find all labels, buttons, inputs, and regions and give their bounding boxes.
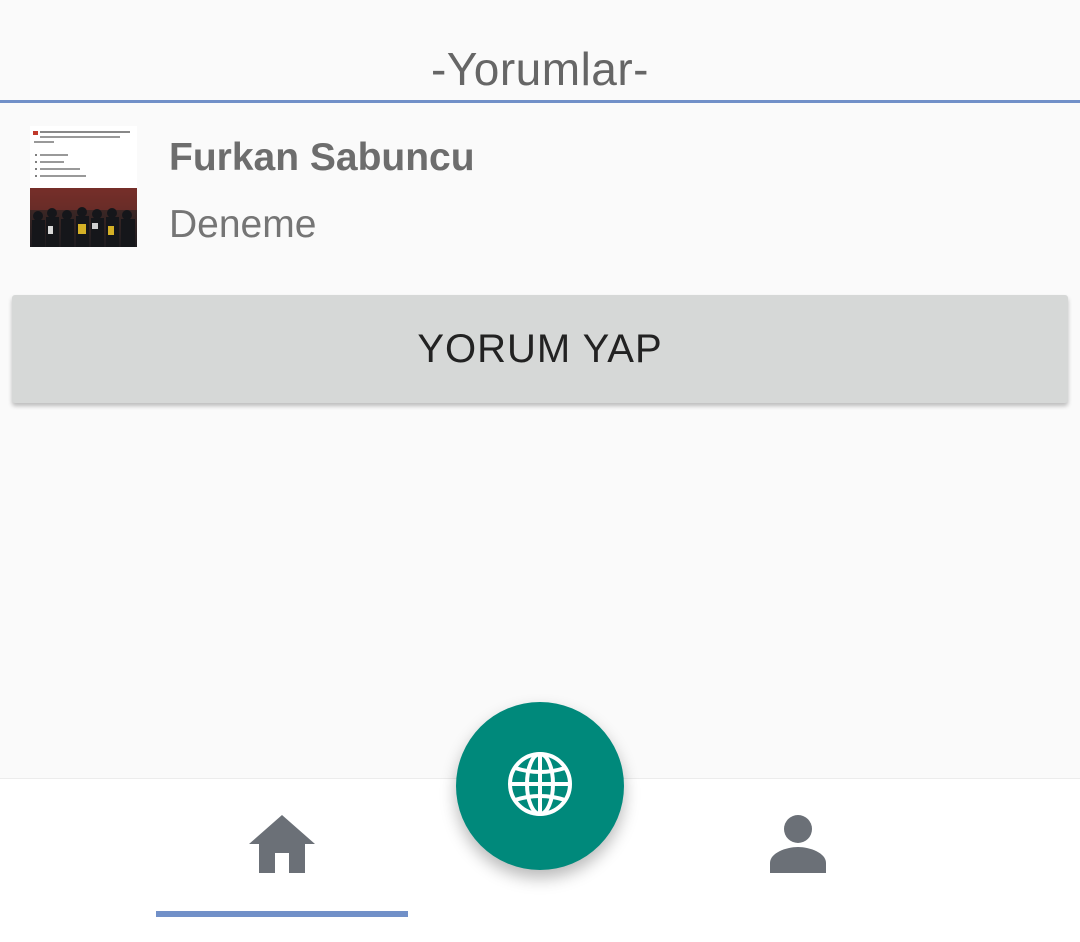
person-icon (768, 813, 828, 878)
add-comment-button[interactable]: YORUM YAP (12, 295, 1068, 403)
home-icon (247, 813, 317, 880)
nav-item-home[interactable] (156, 779, 408, 942)
comment-body: Furkan Sabuncu Deneme (169, 126, 475, 244)
header-bar: -Yorumlar- (0, 0, 1080, 103)
thumbnail-text-lines (33, 131, 130, 177)
comment-text: Deneme (169, 203, 317, 246)
comment-author-name: Furkan Sabuncu (169, 136, 475, 179)
thumbnail-photo (30, 188, 137, 247)
comment-item: Furkan Sabuncu Deneme (30, 126, 475, 247)
page-title: -Yorumlar- (430, 43, 650, 95)
nav-item-profile[interactable] (672, 779, 924, 942)
globe-icon (506, 750, 574, 823)
globe-fab-button[interactable] (456, 702, 624, 870)
comment-thumbnail-image (30, 126, 137, 247)
active-tab-indicator (156, 911, 408, 917)
